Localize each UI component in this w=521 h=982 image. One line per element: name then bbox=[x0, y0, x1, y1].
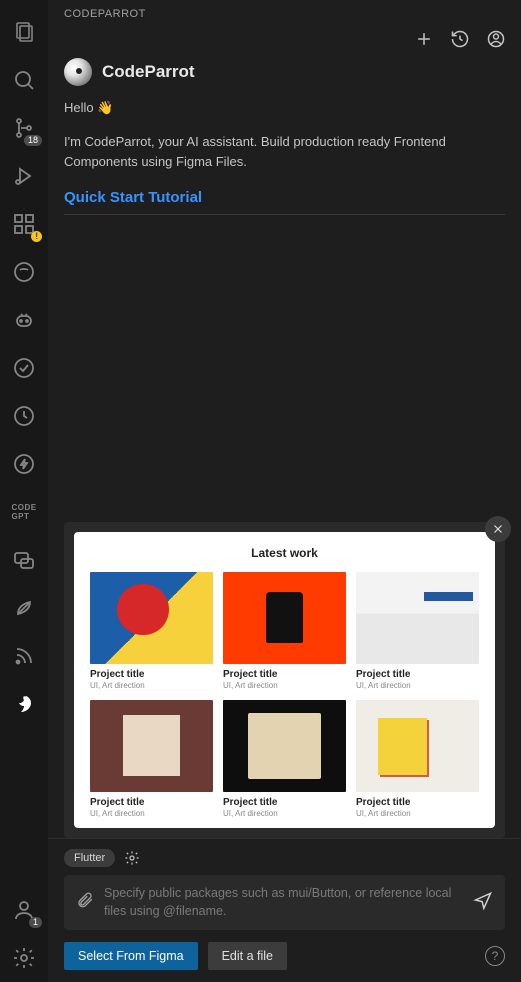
work-title: Project title bbox=[223, 797, 346, 808]
settings-icon[interactable] bbox=[123, 849, 141, 867]
chat-icon[interactable] bbox=[0, 536, 48, 584]
send-icon[interactable] bbox=[473, 890, 493, 915]
work-subtitle: UI, Art direction bbox=[223, 681, 346, 690]
panel-tab-label: CODEPARROT bbox=[48, 0, 521, 24]
settings-gear-icon[interactable] bbox=[0, 934, 48, 982]
edit-file-button[interactable]: Edit a file bbox=[208, 942, 287, 970]
close-icon[interactable] bbox=[485, 516, 511, 542]
select-from-figma-button[interactable]: Select From Figma bbox=[64, 942, 198, 970]
actions-row: Select From Figma Edit a file ? bbox=[64, 942, 505, 970]
work-item[interactable]: Project title UI, Art direction bbox=[356, 700, 479, 818]
brand-row: CodeParrot bbox=[64, 58, 505, 86]
help-icon[interactable]: ? bbox=[485, 946, 505, 966]
prompt-input[interactable]: Specify public packages such as mui/Butt… bbox=[64, 875, 505, 930]
work-thumbnail bbox=[356, 572, 479, 664]
work-item[interactable]: Project title UI, Art direction bbox=[223, 700, 346, 818]
work-item[interactable]: Project title UI, Art direction bbox=[223, 572, 346, 690]
content-area: CodeParrot Hello 👋 I'm CodeParrot, your … bbox=[48, 58, 521, 838]
explorer-icon[interactable] bbox=[0, 8, 48, 56]
feed-icon[interactable] bbox=[0, 632, 48, 680]
work-subtitle: UI, Art direction bbox=[356, 681, 479, 690]
activity-bar: 18 ! CODEGPT 1 bbox=[0, 0, 48, 982]
extensions-icon[interactable]: ! bbox=[0, 200, 48, 248]
account-badge: 1 bbox=[29, 917, 42, 928]
bottom-panel: Flutter Specify public packages such as … bbox=[48, 838, 521, 982]
codegpt-icon[interactable]: CODEGPT bbox=[0, 488, 48, 536]
profile-icon[interactable] bbox=[485, 28, 507, 50]
work-subtitle: UI, Art direction bbox=[90, 681, 213, 690]
work-item[interactable]: Project title UI, Art direction bbox=[356, 572, 479, 690]
search-icon[interactable] bbox=[0, 56, 48, 104]
brand-logo bbox=[64, 58, 92, 86]
work-title: Project title bbox=[356, 669, 479, 680]
popup-card: Latest work Project title UI, Art direct… bbox=[74, 532, 495, 829]
history-icon[interactable] bbox=[449, 28, 471, 50]
work-thumbnail bbox=[223, 700, 346, 792]
new-chat-icon[interactable] bbox=[413, 28, 435, 50]
work-title: Project title bbox=[90, 797, 213, 808]
work-subtitle: UI, Art direction bbox=[356, 809, 479, 818]
divider bbox=[64, 214, 505, 215]
greeting-text: Hello 👋 bbox=[64, 100, 505, 116]
work-thumbnail bbox=[223, 572, 346, 664]
remote-icon[interactable] bbox=[0, 248, 48, 296]
work-title: Project title bbox=[356, 797, 479, 808]
source-control-icon[interactable]: 18 bbox=[0, 104, 48, 152]
work-title: Project title bbox=[223, 669, 346, 680]
latest-work-popup: Latest work Project title UI, Art direct… bbox=[64, 522, 505, 839]
timeline-icon[interactable] bbox=[0, 392, 48, 440]
work-thumbnail bbox=[90, 700, 213, 792]
intro-text: I'm CodeParrot, your AI assistant. Build… bbox=[64, 132, 505, 171]
work-item[interactable]: Project title UI, Art direction bbox=[90, 572, 213, 690]
copilot-icon[interactable] bbox=[0, 296, 48, 344]
prompt-placeholder: Specify public packages such as mui/Butt… bbox=[104, 885, 463, 920]
tag-row: Flutter bbox=[64, 849, 505, 867]
framework-tag[interactable]: Flutter bbox=[64, 849, 115, 867]
leaf-icon[interactable] bbox=[0, 584, 48, 632]
attachment-icon[interactable] bbox=[76, 891, 94, 914]
work-title: Project title bbox=[90, 669, 213, 680]
work-thumbnail bbox=[90, 572, 213, 664]
debug-icon[interactable] bbox=[0, 152, 48, 200]
work-item[interactable]: Project title UI, Art direction bbox=[90, 700, 213, 818]
source-control-badge: 18 bbox=[24, 135, 42, 146]
check-icon[interactable] bbox=[0, 344, 48, 392]
work-thumbnail bbox=[356, 700, 479, 792]
quick-start-link[interactable]: Quick Start Tutorial bbox=[64, 189, 505, 206]
header-actions bbox=[48, 24, 521, 58]
work-subtitle: UI, Art direction bbox=[223, 809, 346, 818]
work-grid: Project title UI, Art direction Project … bbox=[90, 572, 479, 819]
main-panel: CODEPARROT CodeParrot Hello 👋 I'm CodePa… bbox=[48, 0, 521, 982]
bolt-icon[interactable] bbox=[0, 440, 48, 488]
codeparrot-icon[interactable] bbox=[0, 680, 48, 728]
account-icon[interactable]: 1 bbox=[0, 886, 48, 934]
brand-name: CodeParrot bbox=[102, 62, 195, 82]
popup-title: Latest work bbox=[90, 546, 479, 560]
extensions-badge: ! bbox=[31, 231, 42, 242]
work-subtitle: UI, Art direction bbox=[90, 809, 213, 818]
